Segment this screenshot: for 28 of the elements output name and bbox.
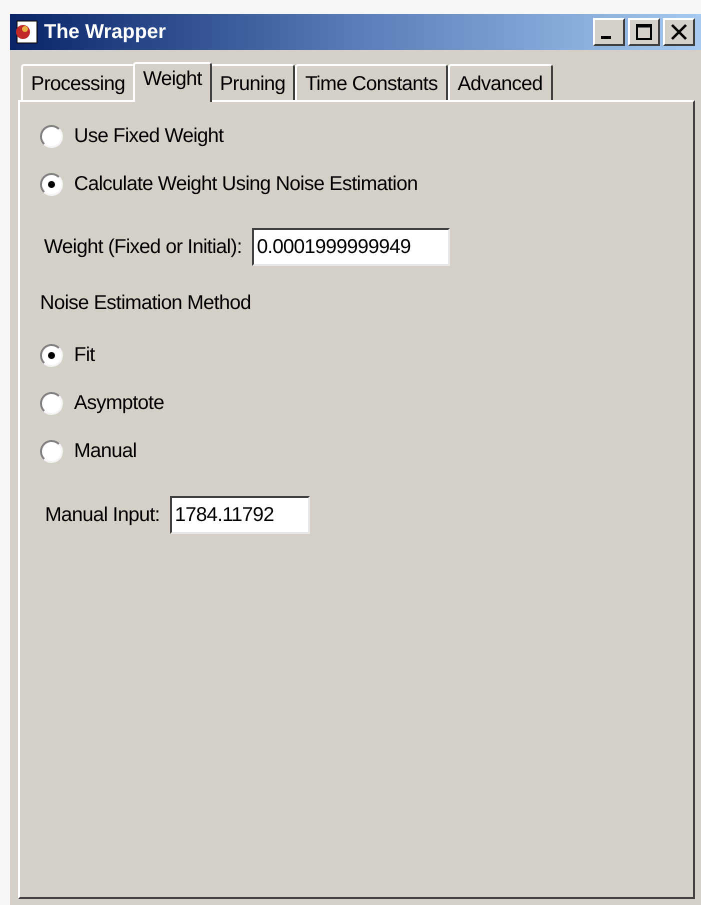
tab[interactable]: Processing: [21, 64, 135, 100]
close-icon: [671, 24, 687, 40]
radio-button[interactable]: [40, 344, 63, 366]
minimize-button[interactable]: [593, 18, 625, 46]
input-field[interactable]: 1784.11792: [170, 496, 310, 534]
app-icon: [14, 20, 38, 44]
section-heading: Noise Estimation Method: [40, 291, 252, 316]
radio-button[interactable]: [40, 124, 63, 148]
radio-button[interactable]: [40, 392, 63, 414]
maximize-icon: [636, 24, 652, 40]
tab[interactable]: Weight: [132, 62, 212, 102]
tab[interactable]: Pruning: [210, 64, 296, 100]
radio-label: Calculate Weight Using Noise Estimation: [74, 172, 418, 197]
window-title: The Wrapper: [44, 20, 167, 45]
field-label: Weight (Fixed or Initial):: [44, 235, 242, 260]
radio-label: Fit: [74, 343, 95, 368]
tab[interactable]: Time Constants: [295, 64, 448, 100]
tab[interactable]: Advanced: [448, 64, 553, 100]
close-button[interactable]: [663, 18, 695, 46]
radio-button[interactable]: [40, 172, 63, 196]
radio-label: Use Fixed Weight: [74, 124, 224, 149]
input-field[interactable]: 0.0001999999949: [252, 228, 450, 266]
radio-label: Asymptote: [74, 391, 164, 416]
maximize-button[interactable]: [628, 18, 660, 46]
radio-button[interactable]: [40, 440, 63, 462]
radio-label: Manual: [74, 439, 137, 464]
minimize-icon: [601, 36, 611, 38]
field-label: Manual Input:: [45, 503, 160, 528]
